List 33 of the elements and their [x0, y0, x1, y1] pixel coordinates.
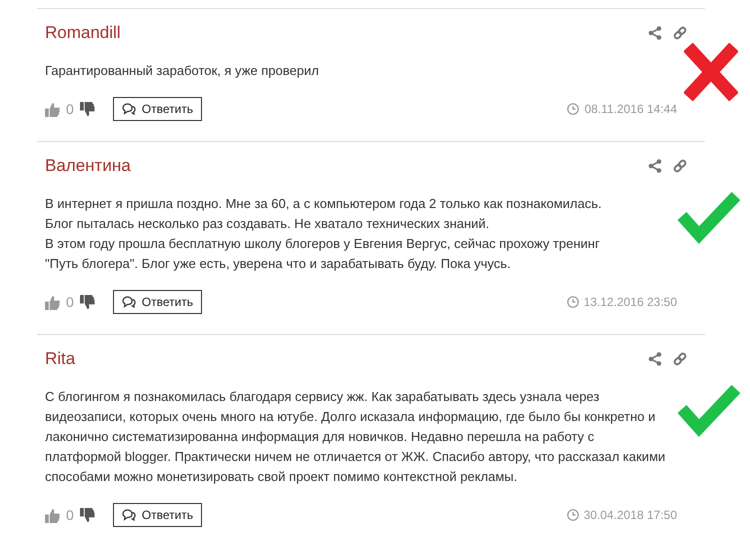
- thumbs-up-icon[interactable]: [45, 102, 60, 116]
- share-icon[interactable]: [648, 159, 662, 173]
- comment-date: 30.04.2018 17:50: [584, 507, 677, 524]
- speech-bubbles-icon: [122, 296, 136, 308]
- comment-date: 13.12.2016 23:50: [584, 294, 677, 311]
- speech-bubbles-icon: [122, 509, 136, 521]
- clock-icon: [567, 103, 580, 115]
- speech-bubbles-icon: [122, 103, 136, 115]
- thumbs-up-icon[interactable]: [45, 294, 60, 310]
- thumbs-down-icon[interactable]: [80, 294, 95, 310]
- link-icon[interactable]: [673, 26, 687, 40]
- comment-date: 08.11.2016 14:44: [584, 101, 677, 118]
- like-count: 0: [66, 100, 74, 118]
- comment-text: Гарантированный заработок, я уже проверил: [45, 62, 320, 80]
- author-name: Валентина: [45, 155, 131, 177]
- thumbs-up-icon[interactable]: [45, 508, 60, 522]
- comment-text: С блогингом я познакомилась благодаря сервису жж. Как зарабатывать здесь узнала через видеозаписи, которых очень много на ютубе. Долго исказала информацию, где было бы конкретно и лаконично систематизированна информация для новичков. Недавно перешла на работу с платформой blogger. Практически ничем не отличается от ЖЖ. Спасибо автору, что рассказал какими способами можно монетизировать свой проект помимо контекстной рекламы.: [45, 388, 666, 486]
- author-name: Rita: [45, 348, 76, 370]
- comment-text: В интернет я пришла поздно. Мне за 60, а с компьютером года 2 только как познакомилась. Блог пыталась несколько раз создавать. Не хватало технических знаний. В этом году прошла бесплатную школу блогеров у Евгения Вергус, сейчас прохожу тренинг "Путь блогера". Блог уже есть, уверена что и зарабатывать буду. Пока учусь.: [45, 195, 603, 273]
- clock-icon: [566, 296, 579, 308]
- like-count: 0: [66, 292, 74, 312]
- link-icon[interactable]: [673, 352, 687, 366]
- clock-icon: [566, 509, 579, 521]
- thumbs-down-icon[interactable]: [80, 508, 95, 522]
- link-icon[interactable]: [673, 159, 687, 173]
- like-count: 0: [66, 506, 74, 524]
- share-icon[interactable]: [648, 26, 662, 40]
- share-icon[interactable]: [648, 352, 662, 366]
- reply-button[interactable]: Ответить: [112, 97, 202, 121]
- author-name: Romandill: [45, 22, 121, 44]
- reply-button[interactable]: Ответить: [112, 503, 202, 527]
- thumbs-down-icon[interactable]: [80, 102, 95, 116]
- reply-button[interactable]: Ответить: [112, 290, 202, 314]
